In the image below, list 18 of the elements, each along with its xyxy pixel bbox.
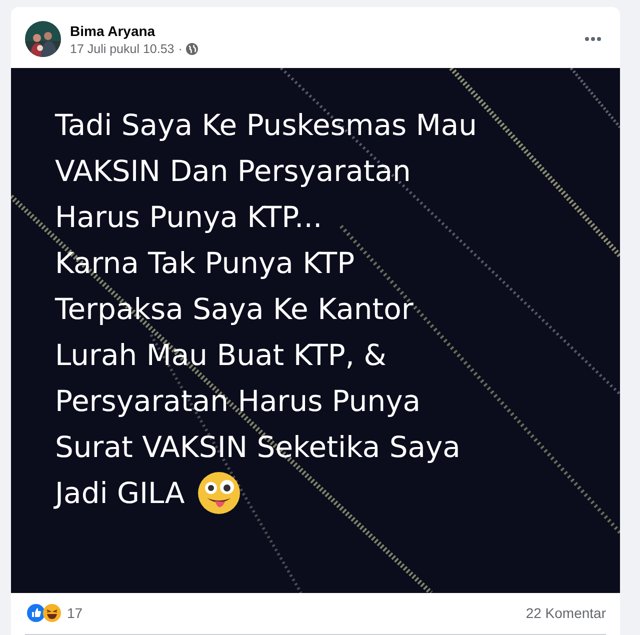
separator-dot: ·	[178, 42, 182, 56]
laughing-reaction-icon[interactable]	[43, 604, 61, 622]
image-text: Terpaksa Saya Ke Kantor	[55, 291, 414, 328]
image-text: Harus Punya KTP...	[55, 199, 322, 236]
image-text: Karna Tak Punya KTP	[55, 245, 355, 282]
image-text: Lurah Mau Buat KTP, &	[55, 337, 386, 374]
like-reaction-icon[interactable]	[27, 604, 45, 622]
reaction-count[interactable]: 17	[67, 605, 526, 622]
image-text: Persyaratan Harus Punya	[55, 383, 421, 420]
globe-icon	[186, 42, 198, 55]
image-text: Surat VAKSIN Seketika Saya	[55, 429, 460, 466]
image-text: Jadi GILA	[55, 475, 185, 512]
comment-count[interactable]: 22 Komentar	[526, 605, 606, 622]
author-name[interactable]: Bima Aryana	[70, 22, 575, 39]
post-timestamp[interactable]: 17 Juli pukul 10.53	[70, 42, 174, 56]
more-options-icon[interactable]	[584, 36, 602, 42]
image-text: VAKSIN Dan Persyaratan	[55, 153, 411, 190]
image-text: Tadi Saya Ke Puskesmas Mau	[55, 107, 478, 144]
